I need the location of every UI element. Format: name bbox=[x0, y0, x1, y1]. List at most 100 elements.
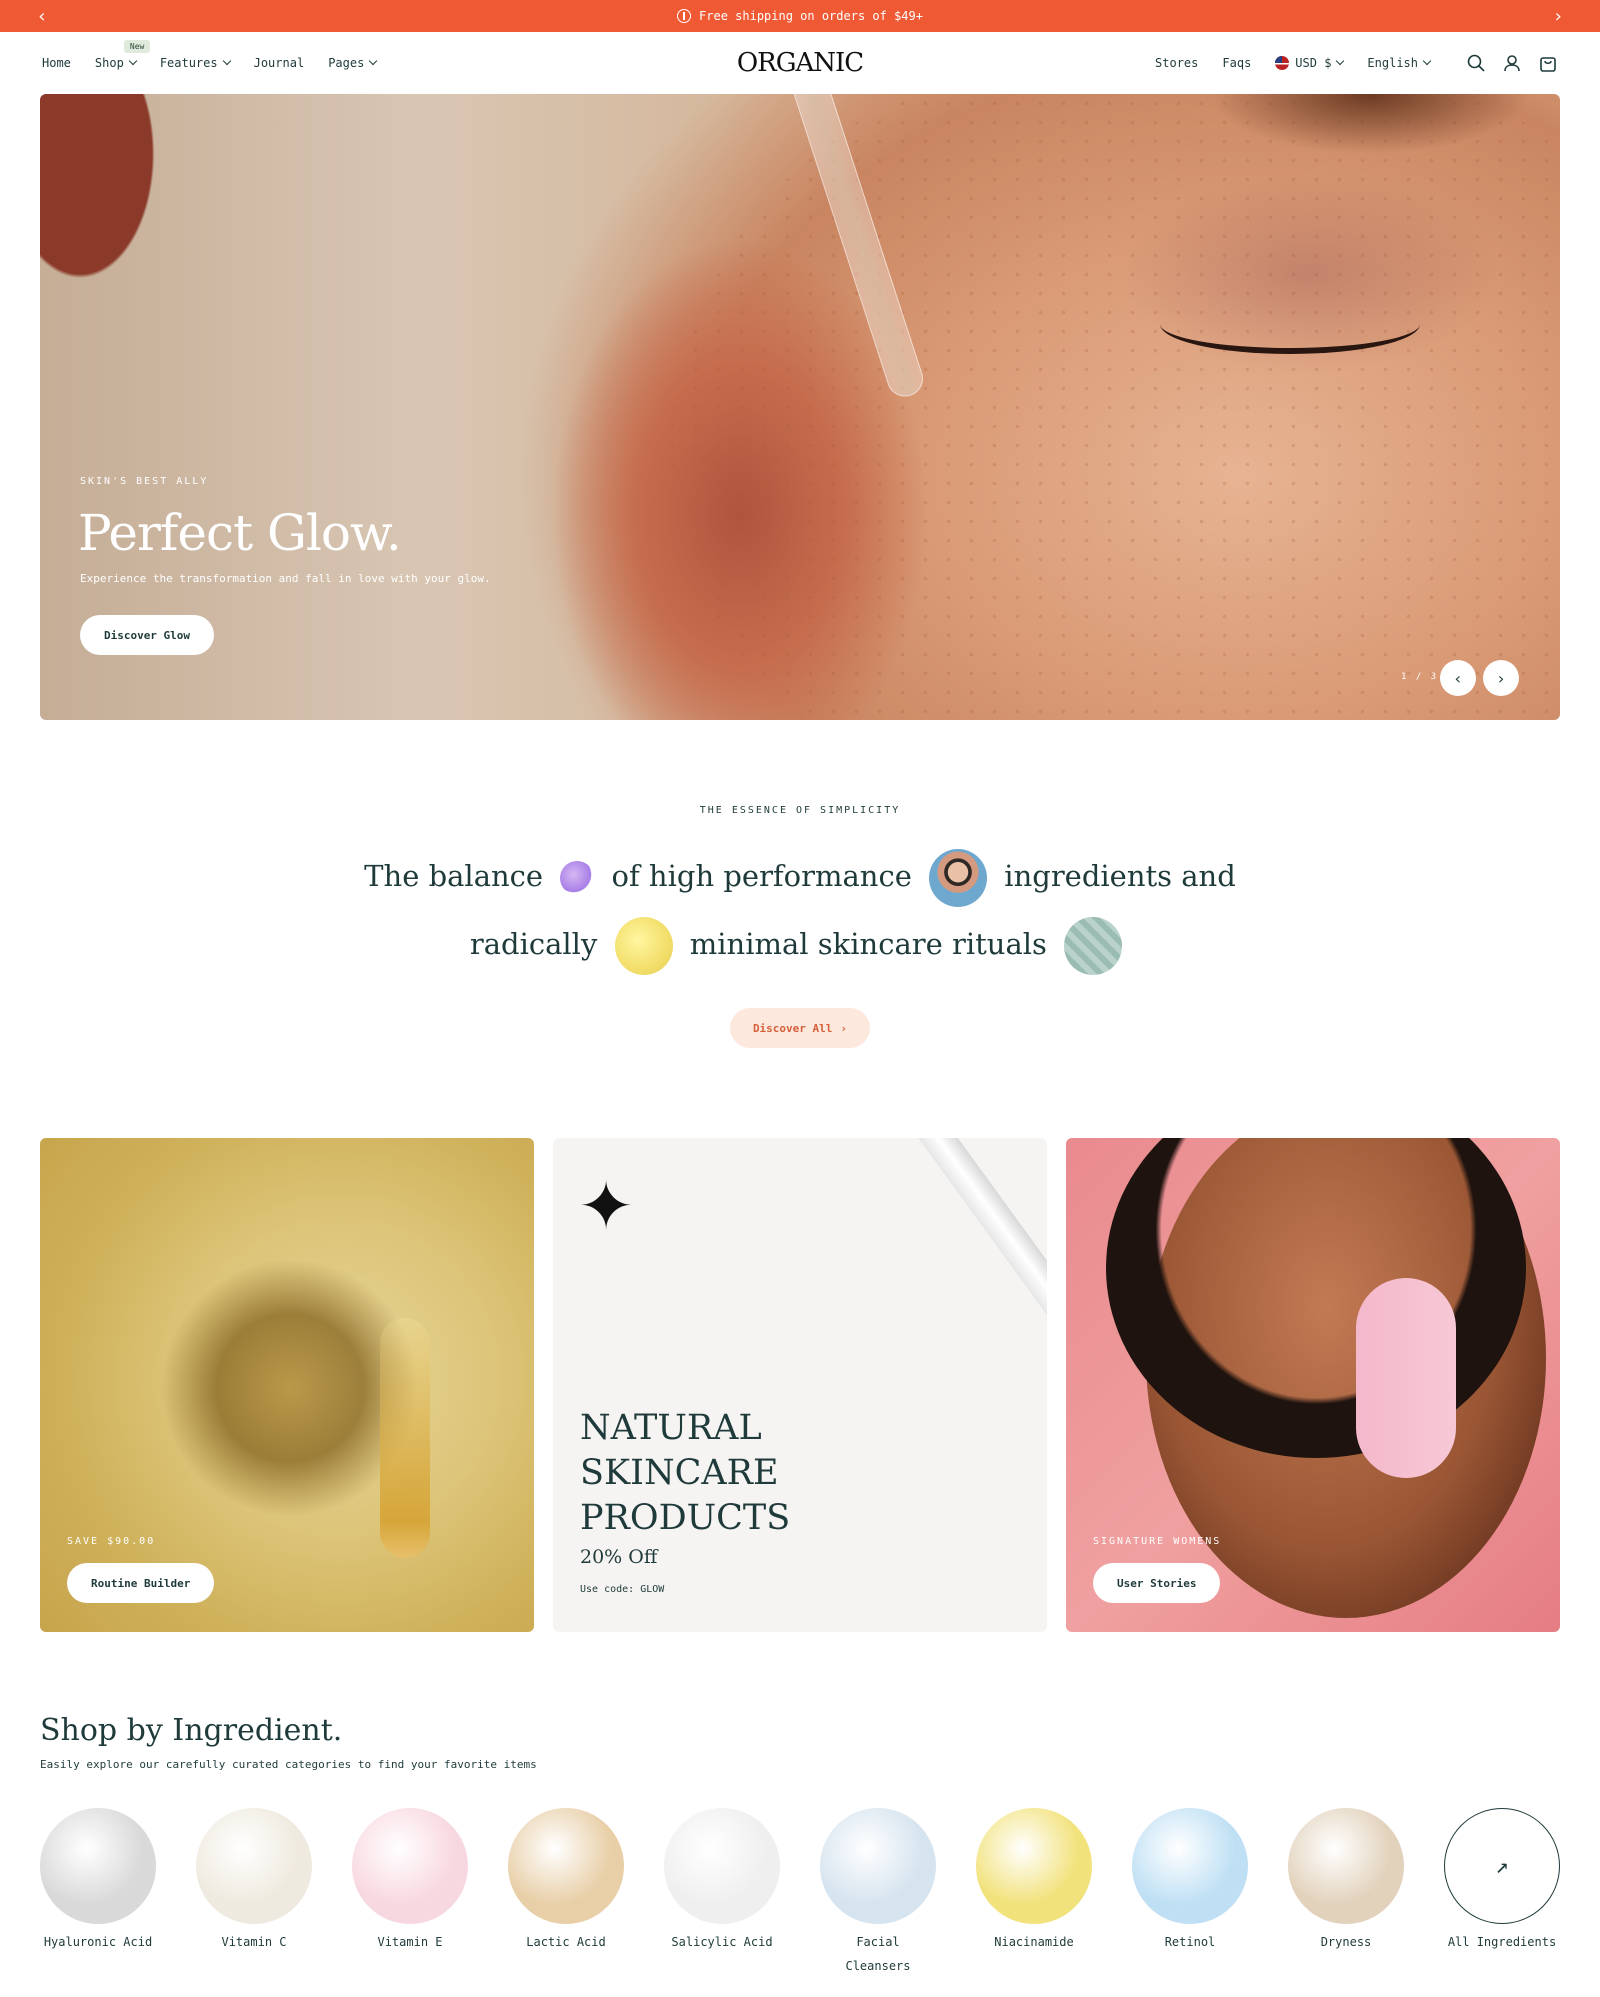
announcement-text: Free shipping on orders of $49+ bbox=[699, 9, 923, 23]
ingredient-image bbox=[196, 1808, 312, 1924]
chevron-down-icon bbox=[369, 56, 378, 66]
nav-features[interactable]: Features bbox=[159, 56, 231, 70]
nav-journal-label: Journal bbox=[253, 56, 305, 70]
ingredient-name: Niacinamide bbox=[994, 1935, 1074, 1949]
announcement-next-icon[interactable]: › bbox=[1538, 0, 1578, 32]
ingredient-image bbox=[1132, 1808, 1248, 1924]
nav-faqs-label: Faqs bbox=[1222, 56, 1252, 70]
ingredient-name: Vitamin E bbox=[377, 1935, 443, 1949]
chevron-right-icon: › bbox=[840, 1021, 848, 1035]
nav-stores-label: Stores bbox=[1155, 56, 1199, 70]
ingredient-name: Facial Cleansers bbox=[845, 1935, 911, 1973]
ingredient-item[interactable]: Salicylic Acid bbox=[663, 1808, 781, 1954]
slide-prev-button[interactable]: ‹ bbox=[1440, 660, 1476, 696]
essence-heading: The balance of high performance ingredie… bbox=[0, 842, 1600, 978]
currency-label: USD $ bbox=[1295, 56, 1332, 70]
discover-all-label: Discover All bbox=[752, 1021, 833, 1035]
nav-faqs[interactable]: Faqs bbox=[1222, 56, 1251, 70]
ingredient-name: Hyaluronic Acid bbox=[43, 1935, 153, 1949]
ingredient-image bbox=[508, 1808, 624, 1924]
promo-card-natural[interactable]: ✦ NATURAL SKINCARE PRODUCTS 20% Off Use … bbox=[553, 1138, 1047, 1632]
slide-counter: 1 / 3 bbox=[1401, 672, 1439, 682]
ingredient-image bbox=[352, 1808, 468, 1924]
card-code: Use code: GLOW bbox=[580, 1584, 665, 1595]
oil-drip-image bbox=[380, 1318, 430, 1558]
new-badge: New bbox=[123, 40, 151, 53]
nav-home-label: Home bbox=[42, 56, 71, 70]
ingredient-item[interactable]: Retinol bbox=[1131, 1808, 1249, 1954]
ingredient-item[interactable]: Facial Cleansers bbox=[819, 1808, 937, 1978]
arrow-up-right-icon: ↗ bbox=[1444, 1808, 1560, 1924]
card-label: SAVE $90.00 bbox=[67, 1536, 156, 1547]
pipette-image bbox=[896, 1138, 1047, 1448]
ingredient-item[interactable]: Dryness bbox=[1287, 1808, 1405, 1954]
promo-card-stories[interactable]: SIGNATURE WOMENS User Stories bbox=[1066, 1138, 1560, 1632]
account-icon[interactable] bbox=[1502, 53, 1522, 73]
ingredient-image bbox=[664, 1808, 780, 1924]
cream-texture-image bbox=[1064, 917, 1123, 975]
ingredient-item[interactable]: Vitamin C bbox=[195, 1808, 313, 1954]
chevron-down-icon bbox=[222, 56, 231, 66]
hero-subtitle: Experience the transformation and fall i… bbox=[80, 572, 491, 585]
site-header: Home New Shop Features Journal Pages ORG… bbox=[0, 32, 1600, 94]
nav-home[interactable]: Home bbox=[42, 56, 71, 70]
cleansing-device-image bbox=[1356, 1278, 1456, 1478]
utility-nav: Stores Faqs USD $ English bbox=[1131, 32, 1558, 94]
gift-icon bbox=[677, 9, 692, 23]
ingredient-item[interactable]: Vitamin E bbox=[351, 1808, 469, 1954]
ingredient-image bbox=[820, 1808, 936, 1924]
portrait-image bbox=[929, 849, 988, 907]
essence-kicker: THE ESSENCE OF SIMPLICITY bbox=[699, 805, 901, 816]
ingredient-image bbox=[976, 1808, 1092, 1924]
chevron-right-icon: › bbox=[1496, 668, 1506, 688]
ingredient-name: Vitamin C bbox=[221, 1935, 287, 1949]
oil-drop-image bbox=[614, 917, 673, 975]
hero-image-lash bbox=[1160, 294, 1420, 354]
all-ingredients-link[interactable]: ↗ All Ingredients bbox=[1443, 1808, 1561, 1954]
currency-selector[interactable]: USD $ bbox=[1275, 56, 1345, 70]
section-subtitle: Easily explore our carefully curated cat… bbox=[40, 1758, 537, 1771]
chevron-down-icon bbox=[1422, 56, 1432, 66]
hero-slider: SKIN'S BEST ALLY Perfect Glow. Experienc… bbox=[40, 94, 1560, 720]
essence-line-2: radically minimal skincare rituals bbox=[0, 910, 1600, 978]
ingredient-image bbox=[1288, 1808, 1404, 1924]
essence-text-4: radically bbox=[469, 927, 598, 961]
header-icons bbox=[1466, 53, 1558, 73]
search-icon[interactable] bbox=[1466, 53, 1486, 73]
ingredient-item[interactable]: Niacinamide bbox=[975, 1808, 1093, 1954]
ingredient-name: Lactic Acid bbox=[526, 1935, 606, 1949]
main-nav: Home New Shop Features Journal Pages bbox=[42, 32, 400, 94]
language-label: English bbox=[1367, 56, 1418, 70]
card-title: NATURAL SKINCARE PRODUCTS bbox=[580, 1406, 790, 1541]
chevron-down-icon bbox=[128, 56, 138, 66]
hero-image-brow bbox=[1210, 94, 1530, 154]
ingredient-name: Salicylic Acid bbox=[671, 1935, 773, 1949]
nav-shop-label: Shop bbox=[94, 56, 124, 70]
nav-features-label: Features bbox=[159, 56, 218, 70]
site-logo[interactable]: ORGANIC bbox=[737, 48, 864, 78]
chevron-down-icon bbox=[1336, 56, 1345, 66]
essence-text-5: minimal skincare rituals bbox=[689, 927, 1047, 961]
promo-card-routine[interactable]: SAVE $90.00 Routine Builder bbox=[40, 1138, 534, 1632]
ingredient-name: Retinol bbox=[1164, 1935, 1216, 1949]
nav-stores[interactable]: Stores bbox=[1155, 56, 1198, 70]
section-title: Shop by Ingredient. bbox=[40, 1713, 343, 1748]
card-offer: 20% Off bbox=[580, 1546, 658, 1568]
slide-next-button[interactable]: › bbox=[1483, 660, 1519, 696]
announcement-prev-icon[interactable]: ‹ bbox=[22, 0, 62, 32]
nav-shop[interactable]: New Shop bbox=[94, 40, 151, 70]
essence-text-1: The balance bbox=[364, 859, 544, 893]
bubbles-image bbox=[560, 861, 595, 895]
language-selector[interactable]: English bbox=[1367, 56, 1432, 70]
nav-pages[interactable]: Pages bbox=[328, 56, 378, 70]
ingredient-item[interactable]: Lactic Acid bbox=[507, 1808, 625, 1954]
essence-text-3: ingredients and bbox=[1004, 859, 1236, 893]
user-stories-button[interactable]: User Stories bbox=[1093, 1563, 1221, 1603]
discover-all-button[interactable]: Discover All › bbox=[730, 1008, 870, 1048]
ingredient-item[interactable]: Hyaluronic Acid bbox=[39, 1808, 157, 1954]
cart-icon[interactable] bbox=[1538, 53, 1558, 73]
nav-journal[interactable]: Journal bbox=[254, 56, 305, 70]
routine-builder-button[interactable]: Routine Builder bbox=[67, 1563, 215, 1603]
sparkle-icon: ✦ bbox=[579, 1146, 634, 1251]
discover-glow-button[interactable]: Discover Glow bbox=[80, 615, 214, 655]
